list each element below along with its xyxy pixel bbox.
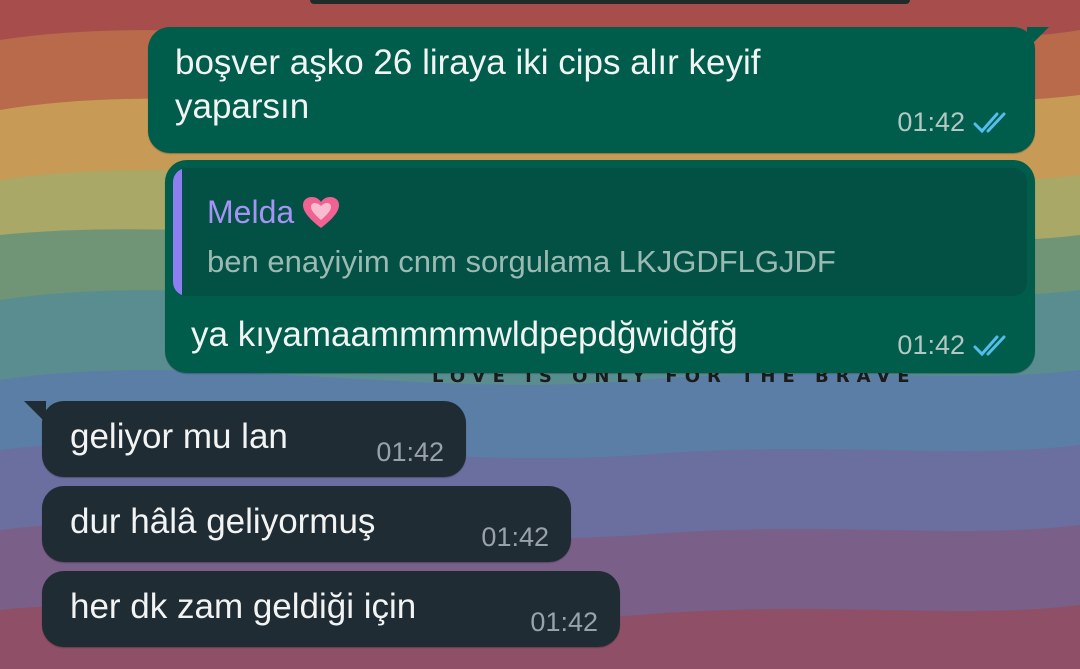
incoming-message[interactable]: geliyor mu lan 01:42 <box>24 401 466 477</box>
incoming-message[interactable]: dur hâlâ geliyormuş 01:42 <box>42 486 571 562</box>
quoted-message[interactable]: Melda ben enayiyim cnm sorgulama LKJGDFL… <box>173 168 1027 296</box>
message-text: dur hâlâ geliyormuş <box>70 502 376 541</box>
quoted-sender-name: Melda <box>207 194 295 230</box>
message-meta: 01:42 <box>481 522 549 553</box>
quoted-text: ben enayiyim cnm sorgulama LKJGDFLGJDF <box>207 244 836 279</box>
message-text: her dk zam geldiği için <box>70 587 417 626</box>
message-meta: 01:42 <box>897 330 1015 361</box>
bubble-tail <box>24 401 46 423</box>
pink-heart-icon <box>303 196 340 228</box>
message-time: 01:42 <box>897 107 965 137</box>
double-check-read-icon <box>973 335 1006 356</box>
double-check-read-icon <box>973 112 1006 133</box>
message-text: boşver aşko 26 liraya iki cips alır keyi… <box>175 43 761 126</box>
outgoing-reply-message[interactable]: Melda ben enayiyim cnm sorgulama LKJGDFL… <box>165 160 1035 373</box>
message-time: 01:42 <box>481 522 549 552</box>
message-time: 01:42 <box>376 437 444 467</box>
quoted-sender: Melda <box>207 194 340 231</box>
message-time: 01:42 <box>897 330 965 360</box>
message-text: ya kıyamaammmmwldpepdğwidğfğ <box>191 315 738 354</box>
outgoing-message[interactable]: boşver aşko 26 liraya iki cips alır keyi… <box>148 27 1049 153</box>
message-meta: 01:42 <box>530 607 598 638</box>
message-text: geliyor mu lan <box>70 417 288 456</box>
previous-message-edge <box>310 0 910 4</box>
message-meta: 01:42 <box>897 107 1015 138</box>
quote-accent-bar <box>173 168 182 296</box>
incoming-message[interactable]: her dk zam geldiği için 01:42 <box>42 571 620 647</box>
message-time: 01:42 <box>530 607 598 637</box>
bubble-tail <box>1027 27 1049 49</box>
message-meta: 01:42 <box>376 437 444 468</box>
